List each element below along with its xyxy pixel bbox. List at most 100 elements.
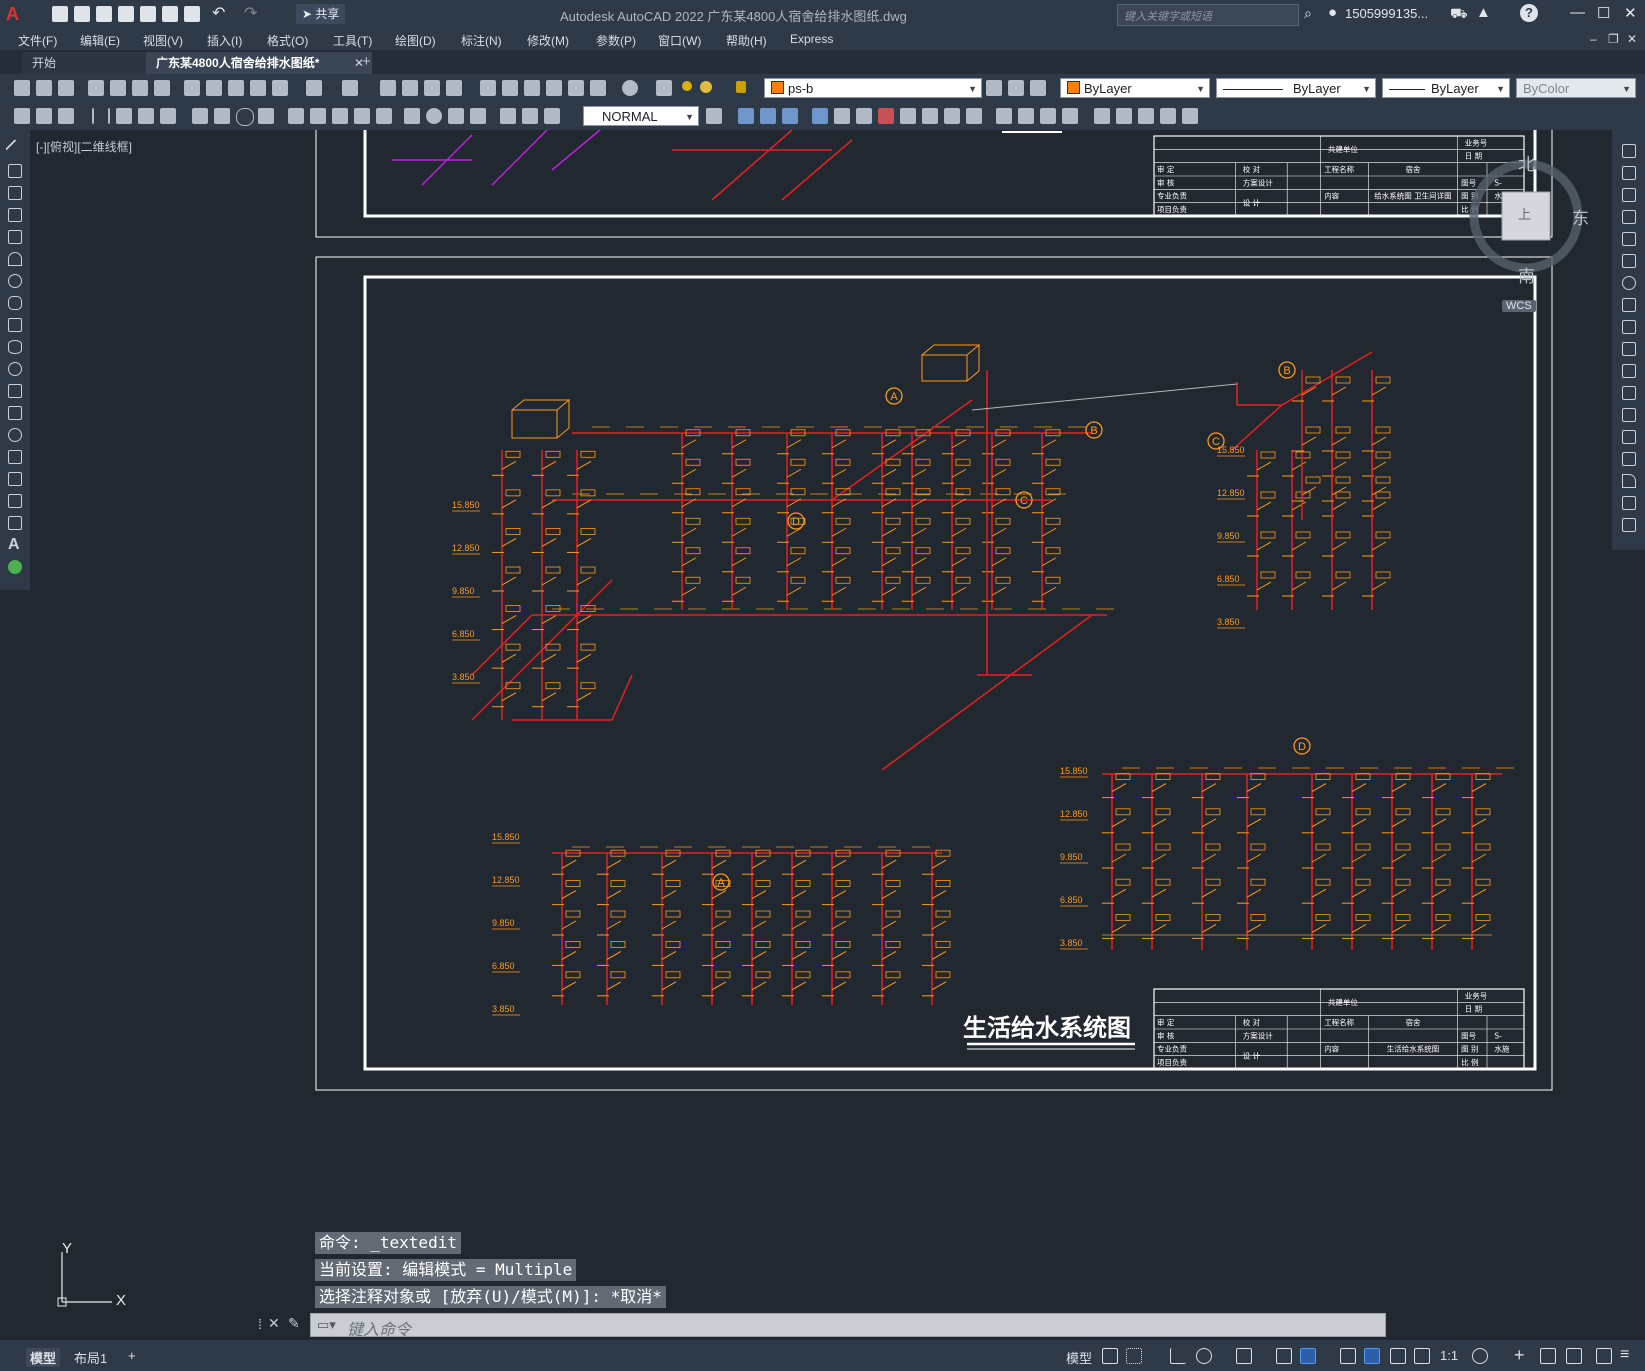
drawing-canvas[interactable]: 共建单位 业务号日 期工程名称 宿舍审 定审 核专业负责 项目负责校 对方案设计设 计… [32,130,1612,1300]
add-selected-icon[interactable] [8,560,22,574]
lineweight-icon[interactable] [1340,1348,1356,1364]
tab-layout1[interactable]: 布局1 [74,1348,107,1367]
radius-icon[interactable] [192,108,208,124]
doc-restore-icon[interactable]: ❐ [1608,32,1619,46]
separate-icon[interactable] [1116,108,1132,124]
layer-states-icon[interactable] [1030,80,1046,96]
block-editor-icon[interactable] [272,80,288,96]
taper-faces-icon[interactable] [944,108,960,124]
explode-icon[interactable] [1622,518,1636,532]
baseline-icon[interactable] [310,108,326,124]
menu-parametric[interactable]: 参数(P) [596,32,636,49]
zoom-realtime-icon[interactable] [402,80,418,96]
zoom-window-icon[interactable] [424,80,440,96]
quick-dimension-icon[interactable] [288,108,304,124]
check-icon[interactable] [1160,108,1176,124]
dimstyle-manager-icon[interactable] [706,108,722,124]
scale-icon[interactable] [1622,298,1636,312]
clean-screen-icon[interactable] [1596,1348,1612,1364]
layer-properties-icon[interactable] [656,80,672,96]
layer-previous-icon[interactable] [1008,80,1024,96]
hatch-icon[interactable] [8,450,22,464]
autodesk-account-icon[interactable]: ▲ [1476,4,1491,21]
offset-icon[interactable] [1622,210,1636,224]
properties-icon[interactable] [480,80,496,96]
revision-cloud-icon[interactable] [8,296,22,310]
annotation-visibility-icon[interactable] [1364,1348,1380,1364]
undo-icon[interactable]: ↶ [212,3,228,22]
tab-model[interactable]: 模型 [26,1348,61,1367]
viewcube[interactable]: 北 东 南 上 WCS [1466,148,1589,312]
menu-help[interactable]: 帮助(H) [726,32,767,49]
mirror-icon[interactable] [1622,188,1636,202]
dimension-text-edit-icon[interactable] [522,108,538,124]
layer-on-icon[interactable] [682,81,692,91]
workspace-switch-icon[interactable] [1472,1348,1488,1364]
diameter-icon[interactable] [236,108,254,126]
insert-block-icon[interactable] [8,384,22,398]
menu-view[interactable]: 视图(V) [143,32,183,49]
tool-palettes-icon[interactable] [524,80,540,96]
color-dropdown[interactable]: ByLayer ▼ [1060,78,1210,98]
save-icon[interactable] [96,6,112,22]
center-mark-icon[interactable] [426,108,442,124]
arc-icon[interactable] [8,252,22,266]
doc-close-icon[interactable]: ✕ [1627,32,1637,46]
design-center-icon[interactable] [502,80,518,96]
auto-scale-icon[interactable] [1390,1348,1406,1364]
layer-dropdown[interactable]: ps-b ▼ [764,78,982,98]
rectangle-icon[interactable] [8,230,22,244]
menu-draw[interactable]: 绘图(D) [395,32,436,49]
continue-icon[interactable] [332,108,348,124]
model-space-button[interactable]: 模型 [1066,1348,1092,1367]
make-block-icon[interactable] [8,406,22,420]
color-faces-icon[interactable] [996,108,1012,124]
add-layout-button[interactable]: + [128,1348,136,1363]
help-tool-icon[interactable] [622,80,638,96]
join-icon[interactable] [1622,430,1636,444]
units-icon[interactable] [1540,1348,1556,1364]
save-web-icon[interactable] [162,6,178,22]
menu-modify[interactable]: 修改(M) [527,32,569,49]
tab-start[interactable]: 开始 [22,52,152,74]
command-close-icon[interactable]: ✕ [268,1315,280,1332]
circle-icon[interactable] [8,274,22,288]
ortho-icon[interactable] [1170,1348,1186,1364]
dimension-break-icon[interactable] [376,108,392,124]
minimize-icon[interactable]: — [1570,4,1585,21]
delete-faces-icon[interactable] [900,108,916,124]
copy-object-icon[interactable] [1622,166,1636,180]
polygon-icon[interactable] [8,208,22,222]
save-tool-icon[interactable] [58,80,74,96]
angular-icon[interactable] [258,108,274,124]
open-file-icon[interactable] [74,6,90,22]
break-icon[interactable] [1622,408,1636,422]
publish-icon[interactable] [132,80,148,96]
blend-curves-icon[interactable] [1622,496,1636,510]
user-icon[interactable]: ● [1328,4,1337,21]
extrude-faces-icon[interactable] [834,108,850,124]
markup-icon[interactable] [568,80,584,96]
doc-minimize-icon[interactable]: – [1590,32,1597,46]
undo-tool-icon[interactable] [306,80,322,96]
ellipse-icon[interactable] [8,340,22,354]
polyline-icon[interactable] [8,186,22,200]
jogged-icon[interactable] [214,108,230,124]
menu-tools[interactable]: 工具(T) [333,32,372,49]
zoom-previous-icon[interactable] [446,80,462,96]
share-button[interactable]: ➤ 共享 [296,4,346,24]
plotstyle-dropdown[interactable]: ByColor ▼ [1516,78,1636,98]
shell-icon[interactable] [1138,108,1154,124]
open-icon[interactable] [36,80,52,96]
linetype-dropdown[interactable]: ByLayer ▼ [1216,78,1376,98]
construction-line-icon[interactable] [8,164,22,178]
dimension-update-icon[interactable] [544,108,560,124]
workspace-save-icon[interactable] [36,108,52,124]
dimension-edit-icon[interactable] [500,108,516,124]
erase-icon[interactable] [1622,144,1636,158]
calculator-icon[interactable] [590,80,606,96]
redo-icon[interactable]: ↷ [244,3,260,22]
extend-icon[interactable] [1622,364,1636,378]
command-line-grip-icon[interactable]: ⁞ [258,1316,262,1332]
spline-icon[interactable] [8,318,22,332]
